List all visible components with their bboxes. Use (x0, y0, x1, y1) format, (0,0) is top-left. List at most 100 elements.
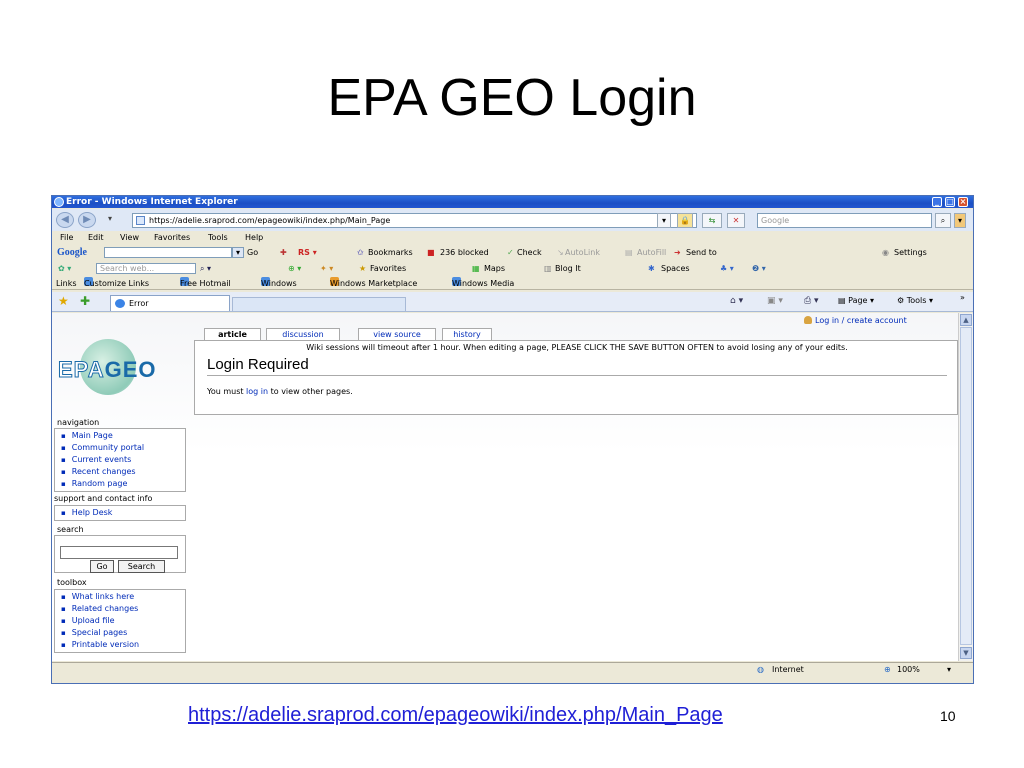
tool-what-links-here[interactable]: What links here (61, 591, 185, 603)
body-suffix: to view other pages. (270, 387, 353, 396)
check-button[interactable]: Check (517, 245, 542, 260)
chevron-more-icon[interactable]: » (960, 293, 965, 302)
print-icon[interactable]: ⎙ ▾ (804, 296, 819, 306)
google-tools-icon[interactable]: ✚ (280, 245, 287, 260)
search-input[interactable]: Google (757, 213, 932, 228)
vertical-scrollbar[interactable]: ▲ ▼ (958, 313, 973, 661)
page-icon (136, 216, 145, 225)
menu-help[interactable]: Help (245, 232, 263, 244)
settings-button[interactable]: Settings (894, 245, 927, 260)
scroll-thumb[interactable] (960, 327, 972, 645)
zoom-level[interactable]: 100% (897, 663, 920, 676)
page-menu[interactable]: ▤ Page ▾ (838, 296, 874, 305)
google-search-input[interactable] (104, 247, 232, 258)
nav-current-events[interactable]: Current events (61, 454, 185, 466)
favorites-button[interactable]: Favorites (370, 261, 406, 276)
autofill-button[interactable]: AutoFill (637, 245, 666, 260)
tool-related-changes[interactable]: Related changes (61, 603, 185, 615)
stop-icon[interactable]: ✕ (727, 213, 745, 228)
lock-icon[interactable]: 🔒 (677, 213, 693, 228)
maps-button[interactable]: Maps (484, 261, 505, 276)
search-options-icon[interactable]: ▾ (954, 213, 966, 228)
navigation-title: navigation (57, 418, 100, 427)
search-icon[interactable]: ⌕ (935, 213, 951, 228)
forward-icon[interactable]: ▶ (78, 212, 96, 228)
page-number: 10 (940, 708, 956, 724)
minimize-icon[interactable]: _ (932, 197, 942, 207)
login-body-link[interactable]: log in (246, 387, 268, 396)
rs-icon[interactable]: RS ▾ (298, 245, 317, 260)
footer-url-link[interactable]: https://adelie.sraprod.com/epageowiki/in… (188, 704, 723, 727)
tab-error-label: Error (129, 299, 149, 308)
address-dropdown-icon[interactable]: ▾ (657, 213, 671, 228)
address-input[interactable]: https://adelie.sraprod.com/epageowiki/in… (132, 213, 697, 228)
maximize-icon[interactable]: □ (945, 197, 955, 207)
tool-special-pages[interactable]: Special pages (61, 627, 185, 639)
nav-community-portal[interactable]: Community portal (61, 442, 185, 454)
link-windows[interactable]: Windows (261, 277, 297, 290)
autofill-icon: ▤ (625, 248, 633, 257)
google-dropdown-icon[interactable]: ▾ (232, 247, 244, 258)
spaces-button[interactable]: Spaces (661, 261, 690, 276)
body-prefix: You must (207, 387, 244, 396)
home-icon[interactable]: ⌂ ▾ (730, 296, 743, 306)
nav-main-page[interactable]: Main Page (61, 430, 185, 442)
google-toolbar: Google ▾ Go ✚ RS ▾ ✩ Bookmarks ■ 236 blo… (52, 245, 973, 260)
ie-logo-icon (54, 197, 64, 207)
menu-favorites[interactable]: Favorites (154, 232, 190, 244)
tool-printable-version[interactable]: Printable version (61, 639, 185, 651)
zoom-dropdown-icon[interactable]: ▾ (947, 663, 951, 676)
epageo-logo[interactable]: EPAGEO (58, 333, 186, 403)
nav-help-desk[interactable]: Help Desk (61, 507, 185, 519)
tool-upload-file[interactable]: Upload file (61, 615, 185, 627)
history-dropdown-icon[interactable]: ▾ (108, 214, 112, 223)
wiki-search-input[interactable] (60, 546, 178, 559)
address-row: ◀ ▶ ▾ https://adelie.sraprod.com/epageow… (52, 209, 973, 231)
spaces-icon: ✱ (648, 264, 655, 273)
back-icon[interactable]: ◀ (56, 212, 74, 228)
close-icon[interactable]: × (958, 197, 968, 207)
logo-geo: GEO (104, 357, 157, 382)
menu-file[interactable]: File (60, 232, 73, 244)
tab-error[interactable]: Error (110, 295, 230, 311)
link-hotmail[interactable]: Free Hotmail (180, 277, 231, 290)
sendto-button[interactable]: Send to (686, 245, 717, 260)
blogit-button[interactable]: Blog It (555, 261, 581, 276)
web-search-icon[interactable]: ⌕ ▾ (200, 261, 211, 276)
google-go-button[interactable]: Go (247, 245, 258, 260)
menu-view[interactable]: View (120, 232, 139, 244)
menu-edit[interactable]: Edit (88, 232, 104, 244)
bookmarks-button[interactable]: Bookmarks (368, 245, 413, 260)
nav-recent-changes[interactable]: Recent changes (61, 466, 185, 478)
login-link[interactable]: Log in / create account (804, 316, 907, 325)
autolink-button[interactable]: AutoLink (565, 245, 600, 260)
navigation-portlet: Main Page Community portal Current event… (54, 428, 186, 492)
add-favorite-icon[interactable]: ✚ (80, 294, 90, 308)
search-button[interactable]: Search (118, 560, 165, 573)
link-media[interactable]: Windows Media (452, 277, 514, 290)
scroll-down-icon[interactable]: ▼ (960, 647, 972, 659)
menu-tools[interactable]: Tools (208, 232, 228, 244)
tools-menu[interactable]: ⚙ Tools ▾ (897, 296, 933, 305)
toolbar-help-icon[interactable]: ❷ ▾ (752, 261, 766, 276)
messenger-icon[interactable]: ♣ ▾ (720, 261, 734, 276)
window-titlebar: Error - Windows Internet Explorer _ □ × (52, 196, 973, 208)
addon-icon[interactable]: ⊕ ▾ (288, 261, 301, 276)
popup-blocked-count[interactable]: 236 blocked (440, 245, 489, 260)
butterfly-icon[interactable]: ✦ ▾ (320, 261, 333, 276)
nav-random-page[interactable]: Random page (61, 478, 185, 490)
web-search-input[interactable]: Search web... (96, 263, 196, 274)
msn-icon[interactable]: ✿ ▾ (58, 261, 71, 276)
refresh-icon[interactable]: ⇆ (702, 213, 722, 228)
login-link-text: Log in / create account (815, 316, 907, 325)
favorites-center-icon[interactable]: ★ (58, 294, 69, 308)
support-portlet: Help Desk (54, 505, 186, 521)
feeds-icon[interactable]: ▣ ▾ (767, 296, 783, 306)
link-customize[interactable]: Customize Links (84, 277, 149, 290)
go-button[interactable]: Go (90, 560, 114, 573)
security-zone[interactable]: Internet (772, 663, 804, 676)
link-marketplace[interactable]: Windows Marketplace (330, 277, 417, 290)
browser-screenshot: Error - Windows Internet Explorer _ □ × … (51, 195, 974, 684)
scroll-up-icon[interactable]: ▲ (960, 314, 972, 326)
new-tab[interactable] (232, 297, 406, 311)
